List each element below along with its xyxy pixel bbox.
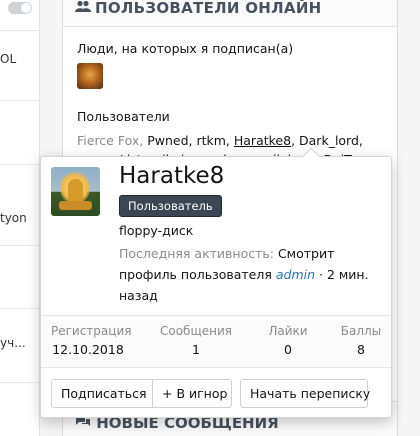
users-icon	[75, 0, 91, 17]
style-toggle-switch[interactable]	[8, 2, 32, 14]
online-user-link[interactable]: Fierce Fox,	[77, 133, 143, 148]
stat-points: Баллы 8	[337, 324, 385, 357]
stat-value: 0	[284, 342, 292, 357]
following-user-avatar[interactable]	[77, 63, 103, 89]
online-user-link-active[interactable]: Haratke8	[234, 133, 291, 148]
member-custom-title: floppy-диск	[119, 223, 194, 238]
member-stats: Регистрация 12.10.2018 Сообщения 1 Лайки…	[41, 315, 391, 367]
online-users-list: Fierce Fox, Pwned, rtkm, Haratke8, Dark_…	[77, 133, 363, 148]
stat-label: Сообщения	[159, 324, 232, 338]
last-activity-label: Последняя активность:	[119, 246, 274, 261]
left-row-divider	[0, 30, 40, 31]
member-avatar[interactable]	[51, 167, 100, 216]
start-conversation-button[interactable]: Начать переписку	[240, 379, 370, 408]
member-username[interactable]: Haratke8	[119, 163, 224, 189]
stat-likes: Лайки 0	[259, 324, 317, 357]
stat-label: Лайки	[268, 324, 308, 338]
member-role-badge: Пользователь	[119, 195, 222, 217]
left-row-divider	[0, 164, 40, 165]
avatar-base	[59, 201, 92, 210]
stat-label: Регистрация	[51, 324, 132, 338]
online-users-header: ПОЛЬЗОВАТЕЛИ ОНЛАЙН	[63, 0, 397, 27]
stat-value: 12.10.2018	[52, 342, 124, 357]
left-row-divider	[0, 245, 40, 246]
stat-value[interactable]: 1	[159, 342, 233, 357]
left-column: OL tyon уч...	[0, 0, 40, 436]
stat-label: Баллы	[340, 324, 382, 338]
stat-messages: Сообщения 1	[159, 324, 233, 357]
follow-button[interactable]: Подписаться	[51, 379, 153, 408]
online-users-title-text: ПОЛЬЗОВАТЕЛИ ОНЛАЙН	[95, 0, 322, 17]
left-row-snippet[interactable]: tyon	[0, 211, 40, 225]
following-label: Люди, на которых я подписан(а)	[77, 41, 294, 56]
member-actions: Подписаться + В игнор Начать переписку	[41, 367, 391, 417]
online-users-title[interactable]: ПОЛЬЗОВАТЕЛИ ОНЛАЙН	[75, 0, 322, 17]
left-row-snippet[interactable]: OL	[0, 52, 40, 66]
member-last-activity: Последняя активность: Смотрит профиль по…	[119, 243, 377, 306]
stat-registration: Регистрация 12.10.2018	[51, 324, 132, 357]
online-user-links[interactable]: , Dark_lord,	[291, 133, 363, 148]
last-activity-user-link[interactable]: admin	[276, 267, 315, 282]
member-tooltip-card: Haratke8 Пользователь floppy-диск Послед…	[40, 147, 392, 418]
left-row-snippet[interactable]: уч...	[0, 336, 40, 350]
stat-value[interactable]: 8	[337, 342, 385, 357]
ignore-button[interactable]: + В игнор	[152, 379, 232, 408]
left-row-divider	[0, 382, 40, 383]
left-row-divider	[0, 308, 40, 309]
users-label: Пользователи	[77, 109, 170, 124]
left-row-divider	[0, 100, 40, 101]
online-user-links[interactable]: Pwned, rtkm,	[143, 133, 234, 148]
